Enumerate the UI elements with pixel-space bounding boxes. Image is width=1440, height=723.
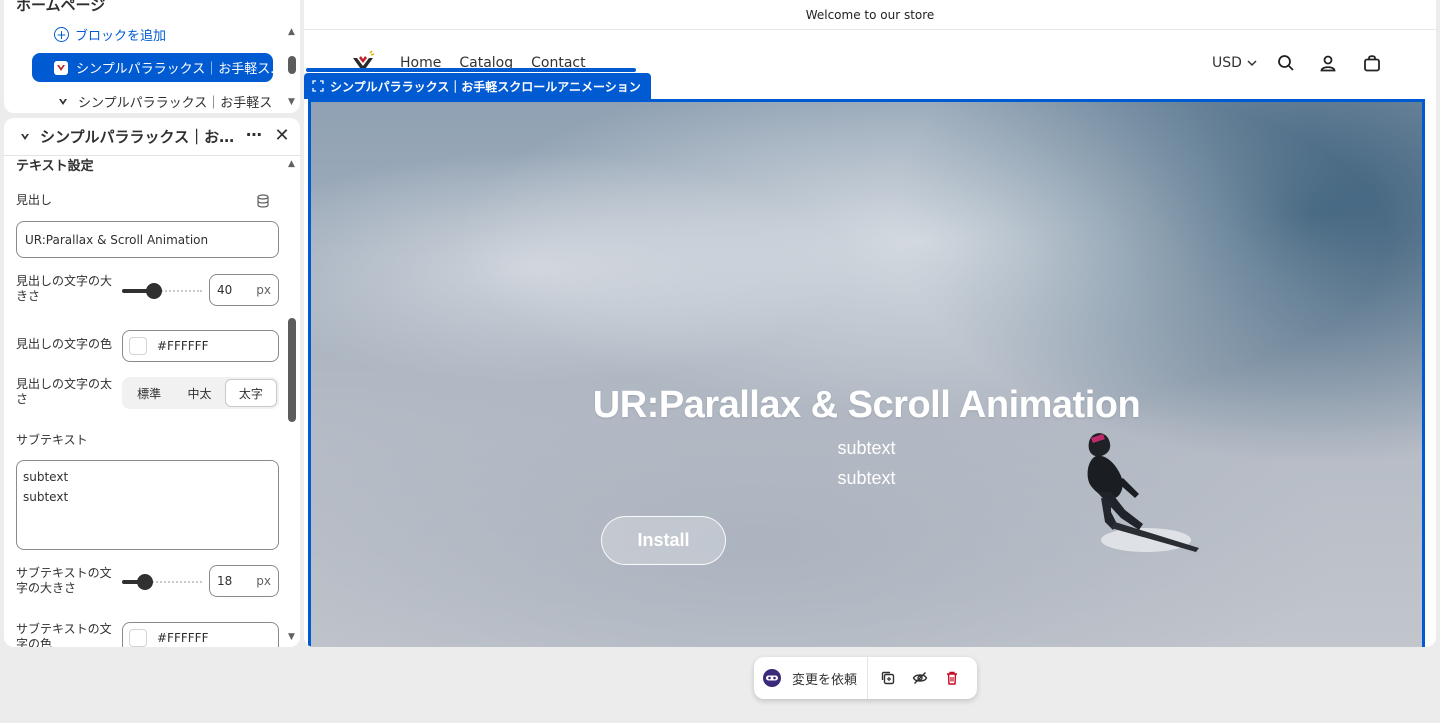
block-settings-panel: シンプルパララックス｜お手... ⋯ ✕ テキスト設定 ▲ 見出し UR:Par… bbox=[4, 118, 300, 647]
subtext-color-input[interactable]: #FFFFFF bbox=[122, 622, 279, 647]
currency-label: USD bbox=[1212, 55, 1242, 71]
parallax-hero-section[interactable]: UR:Parallax & Scroll Animation subtext s… bbox=[308, 99, 1425, 647]
close-icon[interactable]: ✕ bbox=[272, 126, 292, 146]
delete-icon[interactable] bbox=[936, 662, 968, 694]
assistant-avatar-icon bbox=[763, 669, 781, 687]
dynamic-source-icon[interactable] bbox=[256, 194, 270, 208]
add-block-label: ブロックを追加 bbox=[75, 29, 167, 44]
heading-label: 見出し bbox=[16, 193, 53, 207]
currency-selector[interactable]: USD bbox=[1212, 55, 1258, 71]
settings-scrollbar-thumb[interactable] bbox=[288, 318, 296, 422]
heading-color-input[interactable]: #FFFFFF bbox=[122, 330, 279, 362]
slider-rest bbox=[158, 290, 202, 292]
tree-item-label: シンプルパララックス｜お手軽ス... bbox=[78, 96, 273, 111]
heading-weight-label: 見出しの文字の太さ bbox=[16, 377, 113, 406]
hero-heading: UR:Parallax & Scroll Animation bbox=[592, 384, 1141, 426]
subtext-label: サブテキスト bbox=[16, 433, 88, 447]
chevron-down-icon bbox=[1247, 60, 1257, 67]
scroll-down-arrow-icon[interactable]: ▼ bbox=[288, 632, 295, 642]
slider-thumb[interactable] bbox=[137, 574, 154, 590]
tree-item-block[interactable]: シンプルパララックス｜お手軽ス... bbox=[32, 87, 273, 113]
unit-label: px bbox=[256, 283, 271, 297]
subtext-size-label: サブテキストの文字の大きさ bbox=[16, 566, 112, 595]
slider-rest bbox=[149, 581, 202, 583]
subtext-textarea[interactable]: subtext subtext bbox=[16, 460, 279, 550]
request-change-button[interactable]: 変更を依頼 bbox=[754, 657, 869, 699]
subtext-line: subtext bbox=[23, 490, 69, 504]
heading-color-label: 見出しの文字の色 bbox=[16, 337, 113, 351]
section-highlight-bar bbox=[306, 68, 636, 72]
hero-subtext-line: subtext bbox=[837, 438, 896, 458]
app-logo-icon bbox=[18, 129, 32, 144]
subtext-size-value: 18 bbox=[217, 574, 233, 588]
subtext-size-input[interactable]: 18 px bbox=[209, 565, 279, 597]
duplicate-icon[interactable] bbox=[872, 662, 904, 694]
heading-size-value: 40 bbox=[217, 283, 233, 297]
section-tag-label: シンプルパララックス｜お手軽スクロールアニメーション bbox=[330, 79, 641, 94]
settings-title: シンプルパララックス｜お手... bbox=[40, 128, 236, 146]
scroll-up-arrow-icon[interactable]: ▲ bbox=[288, 159, 295, 169]
account-icon[interactable] bbox=[1318, 53, 1338, 73]
weight-option-bold[interactable]: 太字 bbox=[224, 379, 277, 407]
tree-scrollbar-thumb[interactable] bbox=[288, 56, 296, 74]
heading-size-input[interactable]: 40 px bbox=[209, 274, 279, 306]
hero-background bbox=[311, 102, 1422, 647]
section-frame-icon bbox=[312, 80, 324, 92]
plus-circle-icon: + bbox=[54, 27, 69, 42]
announcement-bar: Welcome to our store bbox=[304, 0, 1436, 30]
heading-color-value: #FFFFFF bbox=[157, 339, 209, 353]
selected-section-tag[interactable]: シンプルパララックス｜お手軽スクロールアニメーション bbox=[304, 73, 651, 99]
block-action-toolbar: 変更を依頼 bbox=[754, 657, 977, 699]
subtext-color-value: #FFFFFF bbox=[157, 631, 209, 645]
more-options-icon[interactable]: ⋯ bbox=[244, 126, 264, 146]
request-change-label: 変更を依頼 bbox=[792, 672, 858, 688]
color-swatch[interactable] bbox=[129, 337, 147, 355]
scroll-down-arrow-icon[interactable]: ▼ bbox=[288, 97, 295, 107]
unit-label: px bbox=[256, 574, 271, 588]
cart-icon[interactable] bbox=[1362, 53, 1382, 73]
tree-item-selected-block[interactable]: シンプルパララックス｜お手軽ス... bbox=[32, 53, 273, 82]
settings-body: テキスト設定 ▲ 見出し UR:Parallax & Scroll Animat… bbox=[4, 156, 300, 647]
app-logo-icon bbox=[54, 60, 68, 75]
hero-subtext-line: subtext bbox=[837, 468, 896, 488]
slider-thumb[interactable] bbox=[146, 283, 162, 299]
install-button[interactable]: Install bbox=[601, 516, 726, 565]
search-icon[interactable] bbox=[1276, 53, 1296, 73]
section-title-text-settings: テキスト設定 bbox=[16, 159, 94, 174]
app-logo-icon bbox=[56, 94, 70, 109]
subtext-line: subtext bbox=[23, 470, 69, 484]
heading-input[interactable]: UR:Parallax & Scroll Animation bbox=[16, 221, 279, 258]
add-block-button[interactable]: + ブロックを追加 bbox=[54, 25, 166, 44]
block-tree-panel: ホームページ + ブロックを追加 シンプルパララックス｜お手軽ス... シンプル… bbox=[4, 0, 300, 113]
color-swatch[interactable] bbox=[129, 629, 147, 647]
subtext-size-slider[interactable] bbox=[122, 574, 202, 590]
heading-weight-segmented: 標準 中太 太字 bbox=[122, 377, 279, 409]
heading-size-label: 見出しの文字の大きさ bbox=[16, 274, 113, 303]
page-title: ホームページ bbox=[16, 0, 106, 14]
heading-size-slider[interactable] bbox=[122, 283, 202, 299]
tree-item-label: シンプルパララックス｜お手軽ス... bbox=[76, 62, 273, 77]
subtext-color-label: サブテキストの文字の色 bbox=[16, 622, 112, 647]
weight-option-medium[interactable]: 中太 bbox=[174, 379, 224, 407]
weight-option-normal[interactable]: 標準 bbox=[124, 379, 174, 407]
scroll-up-arrow-icon[interactable]: ▲ bbox=[288, 27, 295, 37]
hide-icon[interactable] bbox=[904, 662, 936, 694]
